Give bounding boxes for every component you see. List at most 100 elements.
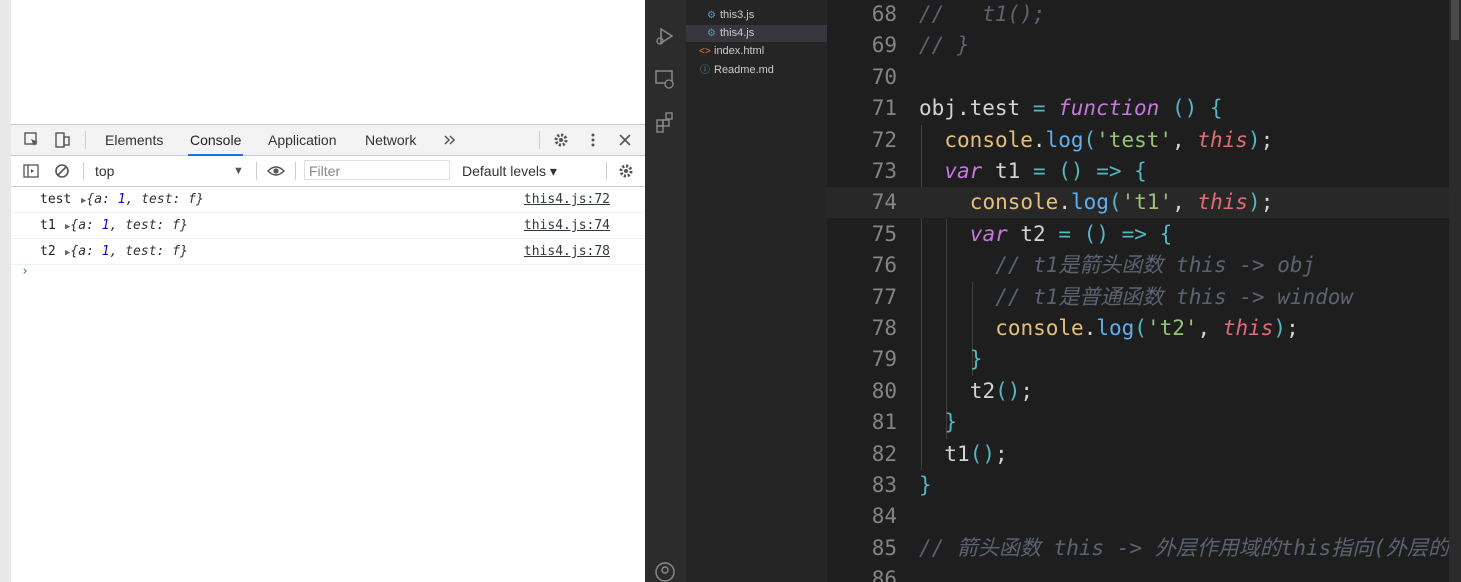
code-line[interactable]: 82 t1();	[827, 439, 1461, 470]
eye-icon[interactable]	[267, 162, 285, 180]
activity-bar	[645, 0, 686, 582]
code-line[interactable]: 70	[827, 62, 1461, 93]
message-label: t2	[40, 244, 56, 259]
line-text: var t2 = () => {	[969, 221, 1173, 246]
inspect-element-icon[interactable]	[23, 131, 41, 149]
line-number: 84	[871, 504, 897, 529]
code-line[interactable]: 84	[827, 501, 1461, 532]
filterbar-divider	[606, 162, 607, 180]
code-line[interactable]: 71 obj.test = function () {	[827, 93, 1461, 124]
source-link[interactable]: this4.js:74	[524, 213, 610, 238]
tab-network[interactable]: Network	[365, 125, 416, 155]
line-number: 74	[871, 190, 897, 215]
context-dropdown-arrow-icon[interactable]: ▼	[233, 156, 244, 186]
code-line[interactable]: 85 // 箭头函数 this -> 外层作用域的this指向(外层的	[827, 533, 1461, 564]
tab-elements[interactable]: Elements	[105, 125, 163, 155]
console-messages: test ▶{a: 1, test: f} this4.js:72 t1 ▶{a…	[11, 187, 645, 265]
expandable-object[interactable]: ▶{a: 1, test: f}	[65, 213, 188, 240]
expandable-object[interactable]: ▶{a: 1, test: f}	[65, 239, 188, 266]
more-options-icon[interactable]	[584, 131, 602, 149]
settings-gear-icon[interactable]	[552, 131, 570, 149]
log-levels-dropdown[interactable]: Default levels ▾	[462, 156, 557, 186]
window-edge	[0, 0, 11, 582]
code-line[interactable]: 77 // t1是普通函数 this -> window	[827, 282, 1461, 313]
line-number: 69	[871, 33, 897, 58]
console-prompt[interactable]: ›	[21, 264, 29, 279]
line-text: // 箭头函数 this -> 外层作用域的this指向(外层的	[919, 535, 1449, 560]
info-file-icon: ⓘ	[700, 65, 710, 76]
line-number: 85	[871, 535, 897, 560]
filterbar-divider	[256, 162, 257, 180]
line-number: 82	[871, 441, 897, 466]
run-debug-icon[interactable]	[654, 25, 676, 47]
code-line[interactable]: 69 // }	[827, 30, 1461, 61]
line-number: 73	[871, 159, 897, 183]
explorer-file-item[interactable]: ⚙ this3.js	[686, 7, 827, 24]
devtools-tabbar: Elements Console Application Network	[11, 125, 645, 156]
js-file-icon: ⚙	[707, 28, 716, 39]
line-number: 68	[871, 2, 897, 26]
expandable-object[interactable]: ▶{a: 1, test: f}	[81, 187, 204, 214]
code-line[interactable]: 68 // t1();	[827, 0, 1461, 30]
console-message: test ▶{a: 1, test: f} this4.js:72	[11, 187, 645, 213]
extensions-icon[interactable]	[654, 111, 676, 133]
devtools-panel: Elements Console Application Network top…	[11, 124, 645, 582]
filter-input[interactable]: Filter	[304, 160, 450, 180]
file-explorer: ⚙ this3.js ⚙ this4.js <> index.html ⓘ Re…	[686, 0, 827, 582]
line-text: }	[969, 347, 983, 372]
context-selector[interactable]: top	[95, 156, 114, 186]
code-line[interactable]: 75 var t2 = () => {	[827, 219, 1461, 250]
tabbar-divider	[539, 131, 540, 149]
line-number: 76	[871, 253, 897, 278]
close-devtools-icon[interactable]	[616, 131, 634, 149]
line-text: t2();	[969, 378, 1034, 403]
source-link[interactable]: this4.js:78	[524, 239, 610, 264]
code-line[interactable]: 79}	[827, 344, 1461, 375]
line-text: // }	[919, 33, 970, 58]
device-toolbar-icon[interactable]	[53, 131, 71, 149]
line-text: // t1是普通函数 this -> window	[995, 284, 1354, 309]
scrollbar-thumb[interactable]	[1451, 0, 1459, 40]
clear-console-icon[interactable]	[53, 162, 71, 180]
line-text: console.log('test', this);	[944, 127, 1274, 152]
line-text: }	[944, 410, 958, 435]
code-area[interactable]: 68 // t1(); 69 // } 70 71 obj.test = function …	[827, 0, 1461, 582]
message-label: test	[40, 192, 72, 207]
source-link[interactable]: this4.js:72	[524, 187, 610, 212]
message-label: t1	[40, 218, 56, 233]
line-text: t1();	[944, 441, 1008, 466]
code-line[interactable]: 73 var t1 = () => {	[827, 156, 1461, 187]
page-viewport	[11, 0, 645, 124]
line-number: 80	[871, 378, 897, 403]
code-line[interactable]: 72 console.log('test', this);	[827, 125, 1461, 156]
remote-explorer-icon[interactable]	[654, 68, 676, 90]
console-settings-gear-icon[interactable]	[617, 162, 635, 180]
editor-scrollbar[interactable]	[1449, 0, 1461, 582]
line-number: 72	[871, 127, 897, 152]
tab-application[interactable]: Application	[268, 125, 337, 155]
account-icon[interactable]	[654, 561, 676, 582]
line-text: var t1 = () => {	[944, 159, 1147, 183]
code-line[interactable]: 83}	[827, 470, 1461, 501]
line-number: 81	[871, 410, 897, 435]
line-number: 71	[871, 96, 897, 121]
code-line[interactable]: 86	[827, 564, 1461, 582]
line-number: 79	[871, 347, 897, 372]
code-line[interactable]: 78 console.log('t2', this);	[827, 313, 1461, 344]
line-text: }	[919, 473, 932, 497]
filterbar-divider	[295, 162, 296, 180]
explorer-file-item[interactable]: <> index.html	[686, 43, 827, 60]
sidebar-toggle-icon[interactable]	[22, 162, 40, 180]
chevron-double-right-icon[interactable]	[441, 131, 459, 149]
line-text: obj.test = function () {	[919, 96, 1223, 121]
code-line[interactable]: 81}	[827, 407, 1461, 438]
explorer-file-item[interactable]: ⓘ Readme.md	[686, 62, 827, 79]
code-line[interactable]: 74 console.log('t1', this);	[827, 187, 1461, 219]
code-line[interactable]: 80 t2();	[827, 376, 1461, 407]
line-number: 78	[871, 316, 897, 340]
tab-console[interactable]: Console	[187, 125, 244, 156]
console-message: t2 ▶{a: 1, test: f} this4.js:78	[11, 239, 645, 265]
explorer-file-item[interactable]: ⚙ this4.js	[686, 25, 827, 42]
line-number: 83	[871, 473, 897, 497]
code-line[interactable]: 76 // t1是箭头函数 this -> obj	[827, 250, 1461, 281]
